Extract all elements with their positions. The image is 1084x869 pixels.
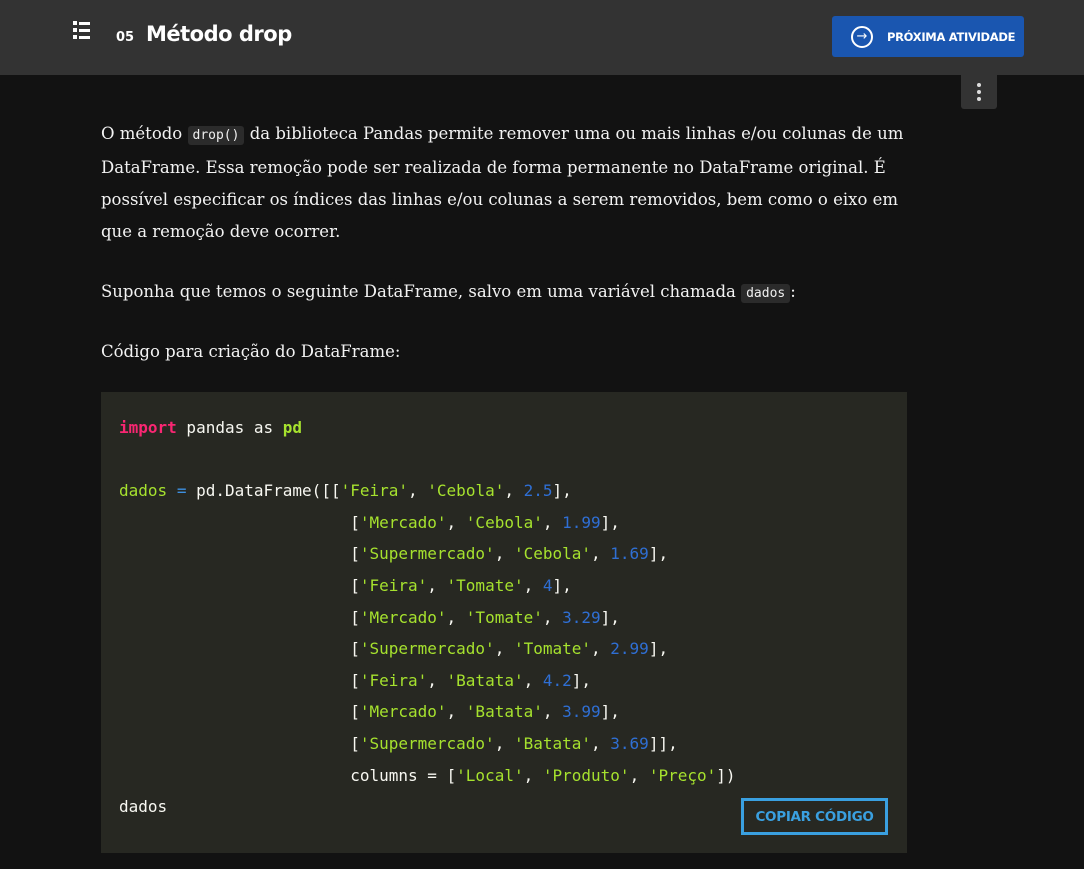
paragraph-code-caption: Código para criação do DataFrame: xyxy=(101,342,401,361)
paragraph-text: O método xyxy=(101,124,188,143)
inline-code: dados xyxy=(741,284,791,303)
page-title: Método drop xyxy=(146,22,292,46)
next-activity-label: PRÓXIMA ATIVIDADE xyxy=(887,29,1016,44)
code-text[interactable]: import pandas as pd dados = pd.DataFrame… xyxy=(119,412,736,823)
paragraph-intro: O método drop() da biblioteca Pandas per… xyxy=(101,118,911,248)
paragraph-dataframe: Suponha que temos o seguinte DataFrame, … xyxy=(101,276,911,310)
paragraph-text: : xyxy=(790,282,796,301)
next-activity-button[interactable]: → PRÓXIMA ATIVIDADE xyxy=(832,16,1024,57)
list-icon[interactable] xyxy=(73,21,91,39)
copy-code-button[interactable]: COPIAR CÓDIGO xyxy=(741,798,888,835)
inline-code: drop() xyxy=(187,126,245,145)
more-vertical-icon[interactable] xyxy=(961,75,997,109)
lesson-number: 05 xyxy=(116,30,135,45)
code-block: import pandas as pd dados = pd.DataFrame… xyxy=(101,392,907,853)
top-bar: 05 Método drop → PRÓXIMA ATIVIDADE xyxy=(0,0,1084,75)
paragraph-text: Suponha que temos o seguinte DataFrame, … xyxy=(101,282,742,301)
arrow-right-circle-icon: → xyxy=(851,25,873,48)
